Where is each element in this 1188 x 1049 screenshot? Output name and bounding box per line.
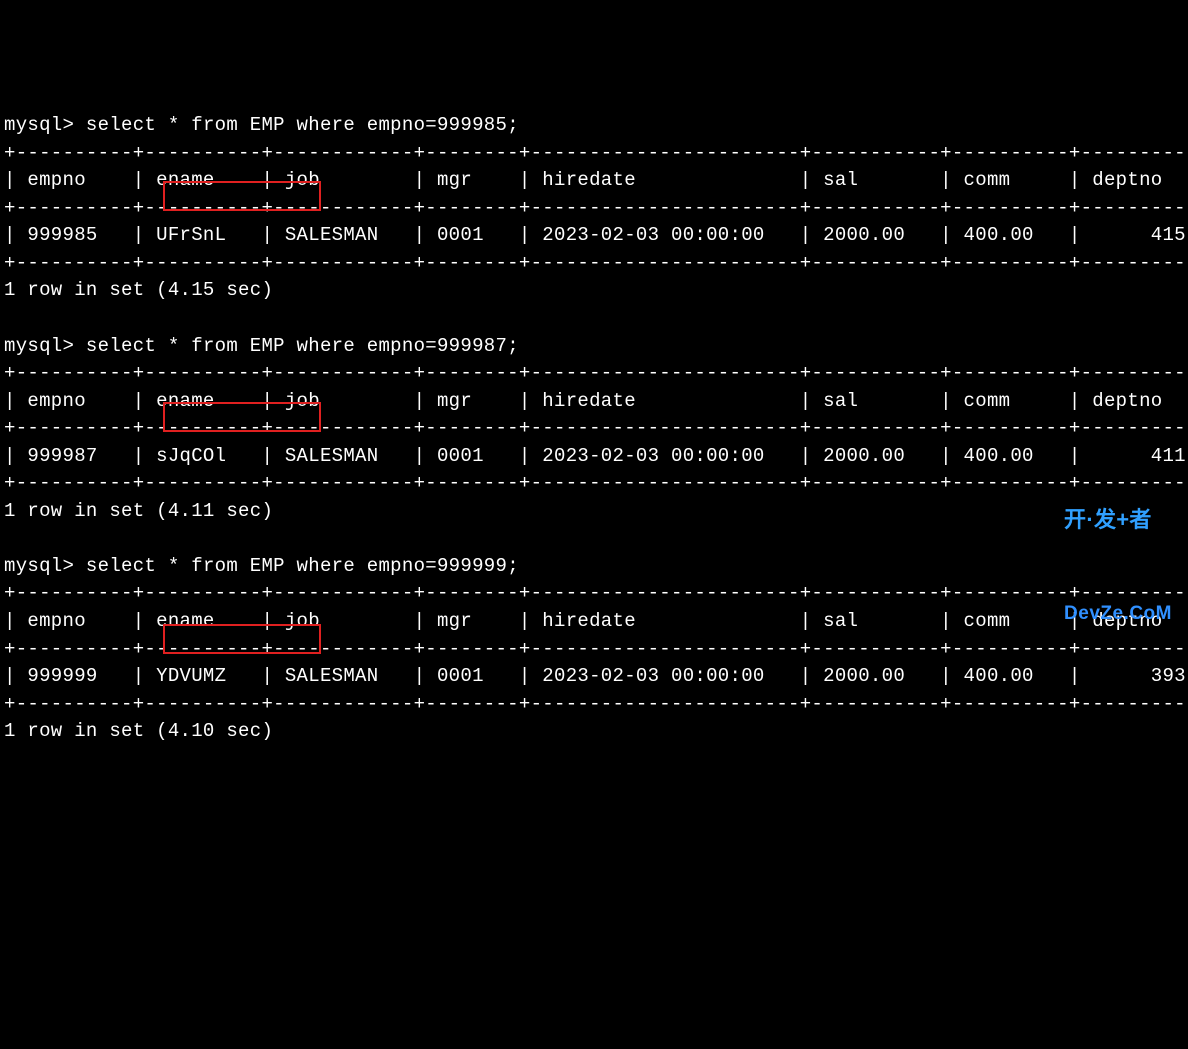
table-separator: +----------+----------+------------+----… [4,415,1184,443]
table-separator: +----------+----------+------------+----… [4,360,1184,388]
table-separator: +----------+----------+------------+----… [4,636,1184,664]
timing-text: (4.10 sec) [156,720,273,742]
mysql-prompt: mysql> [4,555,86,577]
mysql-prompt: mysql> [4,335,86,357]
result-summary: 1 row in set (4.15 sec) [4,277,1184,305]
table-header-row: | empno | ename | job | mgr | hiredate |… [4,608,1184,636]
result-summary: 1 row in set (4.11 sec) [4,498,1184,526]
sql-query[interactable]: select * from EMP where empno=999987; [86,335,519,357]
sql-query[interactable]: select * from EMP where empno=999999; [86,555,519,577]
mysql-prompt-line: mysql> select * from EMP where empno=999… [4,333,1184,361]
result-text: 1 row in set [4,720,156,742]
result-summary: 1 row in set (4.10 sec) [4,718,1184,746]
table-data-row: | 999985 | UFrSnL | SALESMAN | 0001 | 20… [4,222,1184,250]
table-separator: +----------+----------+------------+----… [4,140,1184,168]
blank-line [4,525,1184,553]
terminal-output: mysql> select * from EMP where empno=999… [4,112,1184,746]
table-header-row: | empno | ename | job | mgr | hiredate |… [4,167,1184,195]
sql-query[interactable]: select * from EMP where empno=999985; [86,114,519,136]
mysql-prompt: mysql> [4,114,86,136]
table-separator: +----------+----------+------------+----… [4,580,1184,608]
table-header-row: | empno | ename | job | mgr | hiredate |… [4,388,1184,416]
table-data-row: | 999987 | sJqCOl | SALESMAN | 0001 | 20… [4,443,1184,471]
timing-text: (4.15 sec) [156,279,273,301]
blank-line [4,305,1184,333]
table-separator: +----------+----------+------------+----… [4,250,1184,278]
table-separator: +----------+----------+------------+----… [4,195,1184,223]
result-text: 1 row in set [4,279,156,301]
table-separator: +----------+----------+------------+----… [4,691,1184,719]
result-text: 1 row in set [4,500,156,522]
timing-text: (4.11 sec) [156,500,273,522]
mysql-prompt-line: mysql> select * from EMP where empno=999… [4,112,1184,140]
mysql-prompt-line: mysql> select * from EMP where empno=999… [4,553,1184,581]
table-separator: +----------+----------+------------+----… [4,470,1184,498]
table-data-row: | 999999 | YDVUMZ | SALESMAN | 0001 | 20… [4,663,1184,691]
